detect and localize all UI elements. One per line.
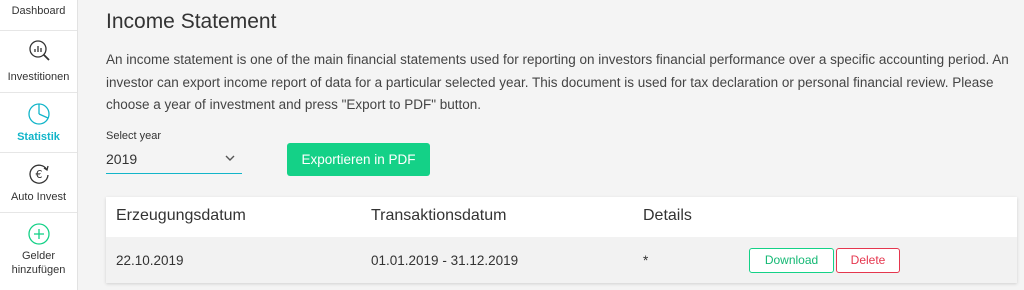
sidebar: Dashboard Investitionen Statistik € Auto… [0, 0, 78, 290]
sidebar-item-dashboard[interactable]: Dashboard [0, 4, 77, 18]
column-header-details: Details [643, 207, 692, 224]
column-header-created: Erzeugungsdatum [116, 207, 246, 224]
divider [0, 152, 77, 153]
year-select-value: 2019 [106, 151, 138, 167]
cell-created-date: 22.10.2019 [116, 253, 184, 268]
delete-button[interactable]: Delete [836, 248, 900, 273]
chevron-down-icon [225, 155, 235, 161]
page-description: An income statement is one of the main f… [106, 52, 1009, 112]
divider [0, 92, 77, 93]
sidebar-item-auto-invest[interactable]: € Auto Invest [0, 162, 77, 204]
plus-circle-icon [27, 223, 50, 245]
sidebar-item-investitionen[interactable]: Investitionen [0, 38, 77, 84]
download-button[interactable]: Download [749, 248, 834, 273]
cell-transaction-period: 01.01.2019 - 31.12.2019 [371, 253, 519, 268]
sidebar-item-label: Gelder hinzufügen [11, 250, 66, 276]
pie-chart-icon [27, 103, 50, 125]
table-header: Erzeugungsdatum Transaktionsdatum Detail… [106, 197, 1017, 237]
svg-text:€: € [35, 168, 42, 181]
sidebar-item-label: Dashboard [11, 5, 66, 17]
year-select-label: Select year [106, 130, 162, 142]
export-pdf-button[interactable]: Exportieren in PDF [287, 143, 430, 176]
divider [0, 30, 77, 31]
column-header-transaction-period: Transaktionsdatum [371, 207, 507, 224]
cell-details: * [643, 253, 649, 268]
euro-cycle-icon: € [28, 164, 49, 184]
divider [0, 212, 77, 213]
sidebar-item-gelder-hinzufuegen[interactable]: Gelder hinzufügen [0, 222, 77, 277]
page-title: Income Statement [106, 10, 277, 33]
sidebar-item-statistik[interactable]: Statistik [0, 102, 77, 144]
income-reports-table: Erzeugungsdatum Transaktionsdatum Detail… [106, 197, 1017, 283]
sidebar-item-label: Auto Invest [10, 191, 67, 203]
sidebar-item-label: Investitionen [7, 71, 70, 83]
sidebar-item-label: Statistik [17, 131, 60, 143]
magnifier-chart-icon [28, 40, 50, 61]
year-select[interactable]: 2019 [106, 146, 242, 174]
table-row: 22.10.2019 01.01.2019 - 31.12.2019 * Dow… [106, 237, 1017, 283]
